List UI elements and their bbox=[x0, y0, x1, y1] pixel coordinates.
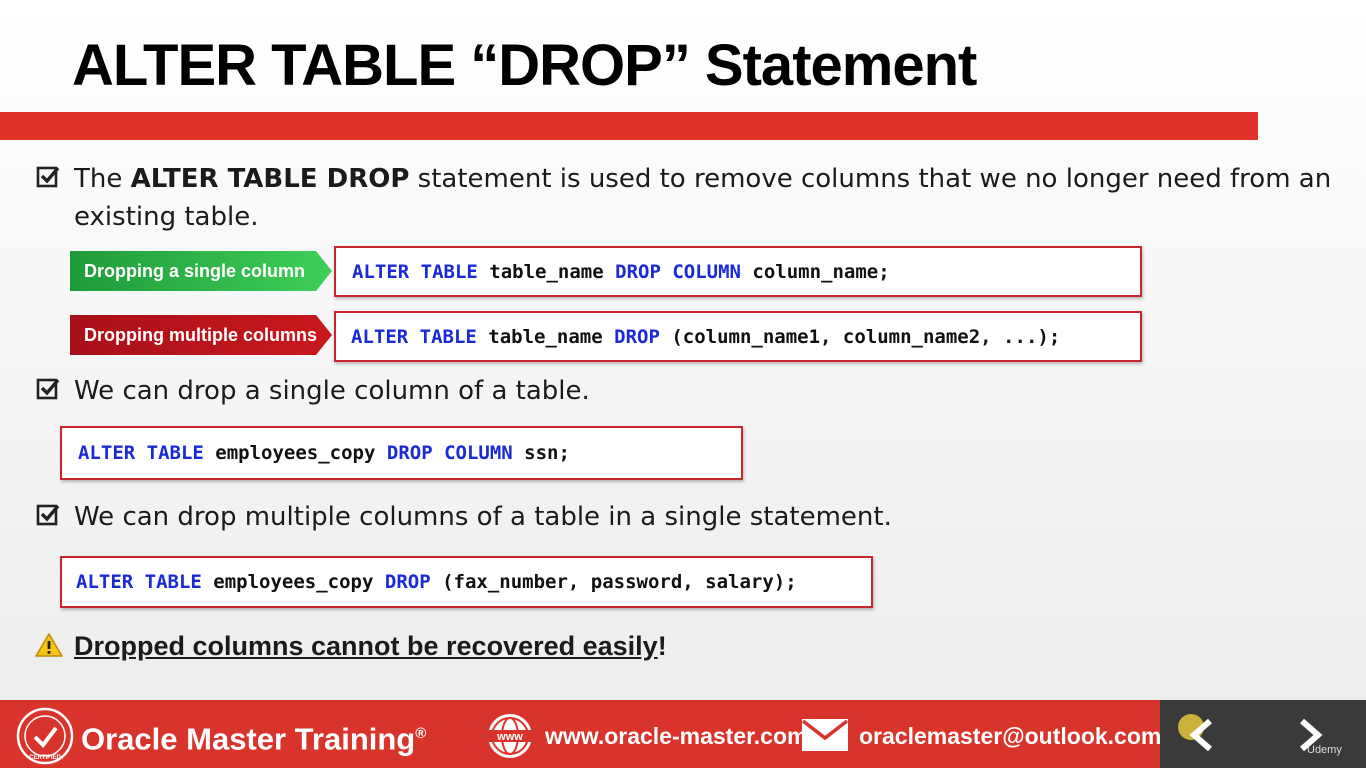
sql-text: table_name bbox=[476, 325, 615, 348]
single-column-label: Dropping a single column bbox=[70, 251, 332, 291]
single-column-syntax-box: ALTER TABLE table_name DROP COLUMN colum… bbox=[334, 246, 1142, 297]
registered-mark: ® bbox=[415, 725, 427, 742]
badge-label: CERTIFIED bbox=[29, 755, 61, 761]
intro-bold: ALTER TABLE DROP bbox=[130, 164, 410, 194]
mail-icon bbox=[801, 719, 849, 751]
multiple-columns-syntax-box: ALTER TABLE table_name DROP (column_name… bbox=[334, 311, 1142, 362]
sql-keyword: DROP COLUMN bbox=[615, 260, 741, 283]
example-multiple-drop-box: ALTER TABLE employees_copy DROP (fax_num… bbox=[60, 556, 873, 608]
sql-keyword: ALTER TABLE bbox=[352, 260, 478, 283]
warning-text: Dropped columns cannot be recovered easi… bbox=[74, 627, 667, 665]
warning-exclamation: ! bbox=[657, 631, 667, 661]
sql-keyword: ALTER TABLE bbox=[76, 571, 202, 593]
example-single-drop-box: ALTER TABLE employees_copy DROP COLUMN s… bbox=[60, 426, 743, 480]
sql-keyword: DROP bbox=[384, 571, 431, 593]
bullet-single-column: We can drop a single column of a table. bbox=[74, 376, 590, 406]
title-underline-band bbox=[0, 112, 1258, 140]
example-multiple-drop-code: ALTER TABLE employees_copy DROP (fax_num… bbox=[76, 571, 797, 593]
footer-email-link[interactable]: oraclemaster@outlook.com bbox=[859, 721, 1161, 751]
sql-text: ssn; bbox=[512, 442, 570, 464]
www-icon-label: www bbox=[496, 731, 523, 743]
checkbox-checked-icon bbox=[36, 378, 60, 400]
website-globe-icon: www bbox=[488, 714, 532, 758]
warning-icon bbox=[35, 633, 63, 657]
brand-name: Oracle Master Training bbox=[81, 721, 416, 757]
intro-text: The ALTER TABLE DROP statement is used t… bbox=[74, 160, 1331, 198]
sql-keyword: DROP COLUMN bbox=[386, 442, 513, 464]
intro-prefix: The bbox=[74, 164, 131, 194]
single-column-syntax-code: ALTER TABLE table_name DROP COLUMN colum… bbox=[352, 261, 890, 283]
chevron-left-icon bbox=[1189, 718, 1212, 752]
intro-text-line2: existing table. bbox=[74, 202, 259, 232]
checkbox-checked-icon bbox=[36, 504, 60, 526]
sql-text: column_name; bbox=[740, 260, 890, 283]
udemy-watermark: Udemy bbox=[1307, 744, 1342, 756]
intro-suffix: statement is used to remove columns that… bbox=[409, 164, 1332, 194]
previous-slide-button[interactable] bbox=[1176, 710, 1226, 760]
footer-brand: Oracle Master Training® bbox=[81, 712, 426, 761]
warning-message: Dropped columns cannot be recovered easi… bbox=[74, 631, 658, 661]
sql-text: employees_copy bbox=[201, 571, 385, 593]
sql-text: employees_copy bbox=[203, 442, 387, 464]
example-single-drop-code: ALTER TABLE employees_copy DROP COLUMN s… bbox=[78, 442, 570, 464]
slide-title: ALTER TABLE “DROP” Statement bbox=[72, 33, 977, 98]
sql-keyword: DROP bbox=[614, 325, 660, 348]
sql-keyword: ALTER TABLE bbox=[351, 325, 477, 348]
sql-text: (fax_number, password, salary); bbox=[430, 571, 797, 593]
certified-badge-icon: CERTIFIED bbox=[16, 707, 74, 765]
multiple-columns-label: Dropping multiple columns bbox=[70, 315, 332, 355]
sql-text: (column_name1, column_name2, ...); bbox=[659, 325, 1061, 348]
sql-keyword: ALTER TABLE bbox=[78, 442, 204, 464]
checkbox-checked-icon bbox=[36, 166, 60, 188]
sql-text: table_name bbox=[477, 260, 616, 283]
multiple-columns-syntax-code: ALTER TABLE table_name DROP (column_name… bbox=[351, 326, 1060, 348]
footer-website-link[interactable]: www.oracle-master.com bbox=[545, 721, 807, 751]
bullet-multiple-columns: We can drop multiple columns of a table … bbox=[74, 502, 892, 532]
